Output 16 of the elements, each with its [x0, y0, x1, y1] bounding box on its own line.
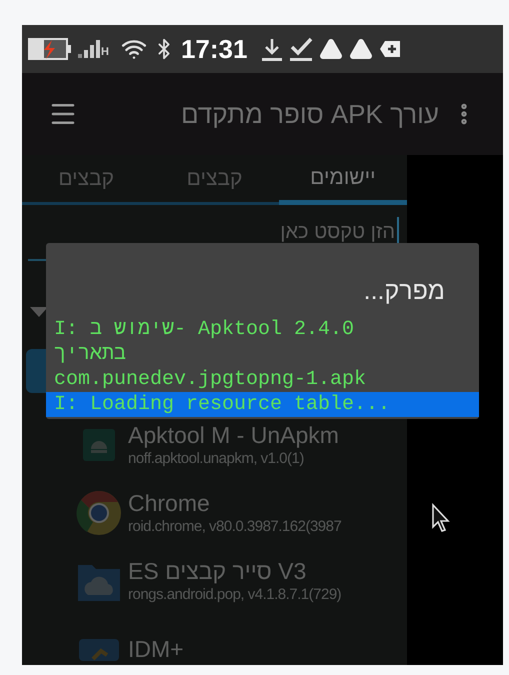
app-package: roid.chrome, v80.0.3987.162(3987	[128, 517, 342, 537]
app-title: עורך APK סופר מתקדם	[180, 98, 439, 130]
tab[interactable]: קבצים	[150, 155, 279, 202]
tab[interactable]: קבצים	[22, 155, 150, 202]
app-list-item[interactable]: Apktool M - UnApkm noff.apktool.unapkm, v1.0(1)	[76, 421, 407, 469]
app-name: IDM+	[128, 635, 184, 663]
app-name: Chrome	[128, 489, 211, 517]
app-list-item[interactable]: Chrome roid.chrome, v80.0.3987.162(3987	[76, 489, 407, 537]
app-package: noff.apktool.unapkm, v1.0(1)	[128, 449, 305, 469]
app-list-item[interactable]: IDM+	[76, 625, 407, 665]
network-type: H	[101, 47, 109, 58]
app-package: rongs.android.pop, v4.1.8.7.1(729)	[128, 585, 342, 605]
status-time: 17:31	[180, 36, 248, 62]
dialog-title: מפרק...	[364, 277, 445, 305]
app-name: ES סייר קבצים V3	[128, 557, 308, 585]
app-name: Apktool M - UnApkm	[128, 421, 339, 449]
